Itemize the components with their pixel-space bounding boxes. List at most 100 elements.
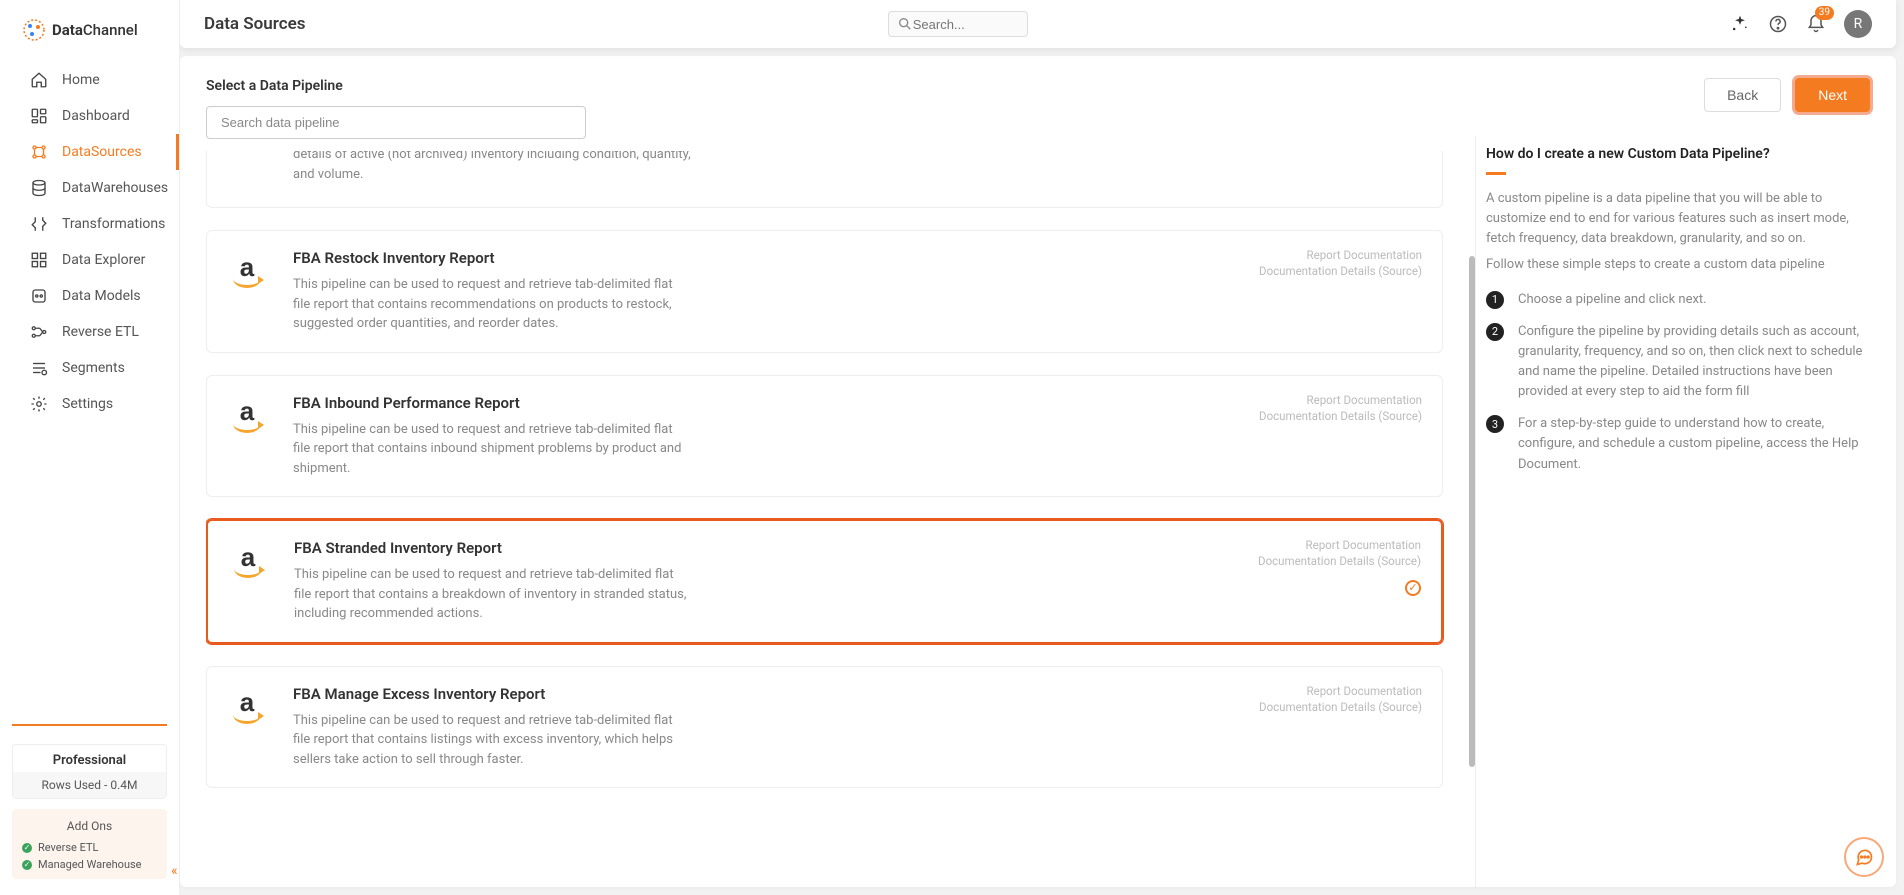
- help-panel: How do I create a new Custom Data Pipeli…: [1476, 56, 1896, 887]
- gear-icon: [30, 395, 48, 413]
- addon-row: ✓Reverse ETL: [22, 839, 157, 856]
- brand-logo-icon: [22, 18, 46, 42]
- report-doc-link[interactable]: Report Documentation: [1259, 247, 1422, 263]
- help-steps: 1Choose a pipeline and click next. 2Conf…: [1486, 290, 1872, 475]
- nav-label: Reverse ETL: [62, 324, 139, 340]
- nav-item-home[interactable]: Home: [0, 62, 179, 98]
- back-button[interactable]: Back: [1704, 78, 1781, 112]
- datasources-icon: [30, 143, 48, 161]
- global-search[interactable]: [888, 11, 1028, 37]
- next-button[interactable]: Next: [1795, 78, 1870, 112]
- nav-item-datamodels[interactable]: Data Models: [0, 278, 179, 314]
- doc-details-link[interactable]: Documentation Details (Source): [1259, 263, 1422, 279]
- section-title: Select a Data Pipeline: [206, 78, 1455, 94]
- segments-icon: [30, 359, 48, 377]
- pipeline-list[interactable]: details of active (not archived) invento…: [206, 151, 1455, 871]
- pipeline-title: FBA Manage Excess Inventory Report: [293, 685, 693, 703]
- home-icon: [30, 71, 48, 89]
- help-step: 3For a step-by-step guide to understand …: [1486, 414, 1872, 474]
- addons-card: Add Ons ✓Reverse ETL ✓Managed Warehouse: [12, 809, 167, 879]
- nav-label: Transformations: [62, 216, 165, 232]
- brand-name: DataChannel: [52, 21, 138, 39]
- help-intro-2: Follow these simple steps to create a cu…: [1486, 255, 1872, 275]
- nav-label: Data Models: [62, 288, 141, 304]
- pipeline-desc: This pipeline can be used to request and…: [293, 711, 693, 770]
- plan-rows-used: Rows Used - 0.4M: [13, 772, 166, 798]
- nav-item-datasources[interactable]: DataSources: [0, 134, 179, 170]
- nav-label: Dashboard: [62, 108, 130, 124]
- selected-check-icon: ✓: [1405, 580, 1421, 596]
- step-number-icon: 2: [1486, 323, 1504, 341]
- warehouse-icon: [30, 179, 48, 197]
- nav-label: Settings: [62, 396, 113, 412]
- dashboard-icon: [30, 107, 48, 125]
- amazon-icon: a: [228, 543, 268, 583]
- pipeline-title: FBA Inbound Performance Report: [293, 394, 693, 412]
- transform-icon: [30, 215, 48, 233]
- amazon-icon: a: [227, 689, 267, 729]
- nav-list: Home Dashboard DataSources DataWarehouse…: [0, 62, 179, 422]
- help-title: How do I create a new Custom Data Pipeli…: [1486, 146, 1872, 162]
- nav-label: DataWarehouses: [62, 180, 168, 196]
- report-doc-link[interactable]: Report Documentation: [1259, 392, 1422, 408]
- models-icon: [30, 287, 48, 305]
- wizard-actions: Back Next: [1704, 78, 1870, 112]
- nav-item-settings[interactable]: Settings: [0, 386, 179, 422]
- pipeline-search-input[interactable]: [206, 106, 586, 139]
- help-step: 2Configure the pipeline by providing det…: [1486, 322, 1872, 403]
- collapse-sidebar-icon[interactable]: «: [171, 863, 187, 879]
- page-title: Data Sources: [204, 14, 305, 34]
- brand-logo[interactable]: DataChannel: [0, 0, 179, 54]
- amazon-icon: a: [227, 398, 267, 438]
- step-number-icon: 3: [1486, 415, 1504, 433]
- notifications-badge: 39: [1815, 6, 1834, 20]
- notifications-icon[interactable]: 39: [1806, 14, 1826, 34]
- avatar[interactable]: R: [1844, 10, 1872, 38]
- nav-item-dashboard[interactable]: Dashboard: [0, 98, 179, 134]
- addon-row: ✓Managed Warehouse: [22, 856, 157, 873]
- sparkle-icon[interactable]: [1730, 14, 1750, 34]
- doc-details-link[interactable]: Documentation Details (Source): [1258, 553, 1421, 569]
- doc-details-link[interactable]: Documentation Details (Source): [1259, 699, 1422, 715]
- check-icon: ✓: [22, 843, 32, 853]
- help-icon[interactable]: [1768, 14, 1788, 34]
- nav-label: Data Explorer: [62, 252, 145, 268]
- pipeline-desc: details of active (not archived) invento…: [293, 151, 693, 184]
- help-intro-1: A custom pipeline is a data pipeline tha…: [1486, 189, 1872, 249]
- reverseetl-icon: [30, 323, 48, 341]
- plan-card: Professional Rows Used - 0.4M: [12, 744, 167, 799]
- step-number-icon: 1: [1486, 291, 1504, 309]
- pipeline-title: FBA Stranded Inventory Report: [294, 539, 694, 557]
- topbar-actions: 39 R: [1730, 10, 1872, 38]
- pipeline-card[interactable]: details of active (not archived) invento…: [206, 151, 1443, 208]
- report-doc-link[interactable]: Report Documentation: [1258, 537, 1421, 553]
- pipeline-card-stranded[interactable]: a FBA Stranded Inventory Report This pip…: [206, 519, 1443, 644]
- main: Data Sources 39 R Back Next Select a Dat…: [180, 0, 1904, 895]
- pipeline-card-restock[interactable]: a FBA Restock Inventory Report This pipe…: [206, 230, 1443, 353]
- nav-item-transformations[interactable]: Transformations: [0, 206, 179, 242]
- content-main: Select a Data Pipeline details of active…: [180, 56, 1475, 887]
- pipeline-desc: This pipeline can be used to request and…: [293, 420, 693, 479]
- pipeline-card-excess[interactable]: a FBA Manage Excess Inventory Report Thi…: [206, 666, 1443, 789]
- doc-details-link[interactable]: Documentation Details (Source): [1259, 408, 1422, 424]
- explorer-icon: [30, 251, 48, 269]
- nav-item-segments[interactable]: Segments: [0, 350, 179, 386]
- pipeline-card-inbound[interactable]: a FBA Inbound Performance Report This pi…: [206, 375, 1443, 498]
- check-icon: ✓: [22, 860, 32, 870]
- plan-tier: Professional: [13, 745, 166, 772]
- chat-icon: [1854, 847, 1874, 867]
- scrollbar[interactable]: [1469, 256, 1475, 767]
- global-search-input[interactable]: [913, 17, 1003, 32]
- chat-fab[interactable]: [1844, 837, 1884, 877]
- plan-box: Professional Rows Used - 0.4M Add Ons ✓R…: [12, 724, 167, 879]
- nav-label: Home: [62, 72, 100, 88]
- nav-item-dataexplorer[interactable]: Data Explorer: [0, 242, 179, 278]
- pipeline-desc: This pipeline can be used to request and…: [294, 565, 694, 624]
- report-doc-link[interactable]: Report Documentation: [1259, 683, 1422, 699]
- sidebar: DataChannel Home Dashboard DataSources D…: [0, 0, 180, 895]
- nav-item-datawarehouses[interactable]: DataWarehouses: [0, 170, 179, 206]
- amazon-icon: a: [227, 253, 267, 293]
- nav-label: DataSources: [62, 144, 142, 160]
- nav-item-reverseetl[interactable]: Reverse ETL: [0, 314, 179, 350]
- topbar: Data Sources 39 R: [180, 0, 1896, 48]
